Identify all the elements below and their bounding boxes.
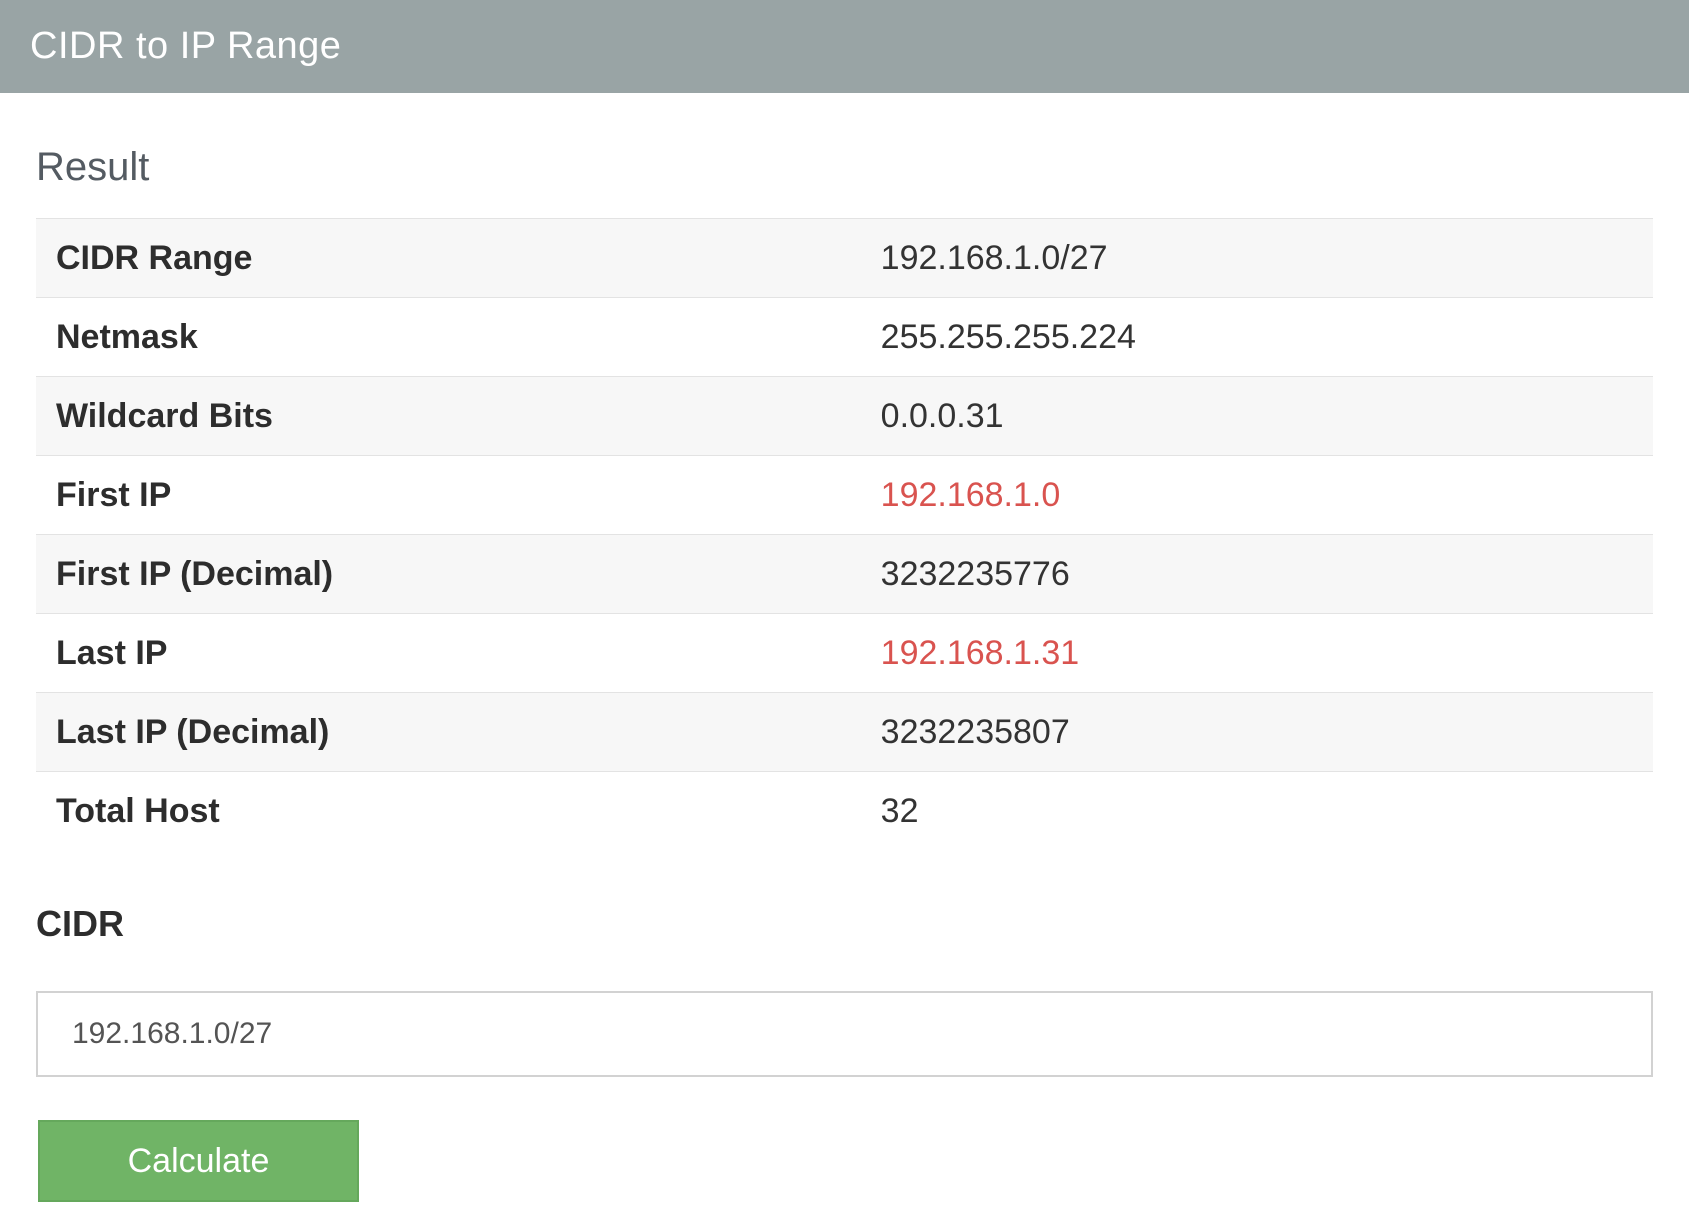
page-title: CIDR to IP Range — [30, 25, 341, 68]
result-table: CIDR Range 192.168.1.0/27 Netmask 255.25… — [36, 218, 1653, 850]
cidr-input[interactable] — [36, 991, 1653, 1077]
table-row-wildcard-bits: Wildcard Bits 0.0.0.31 — [36, 377, 1653, 456]
row-value: 192.168.1.0 — [861, 456, 1653, 535]
calculate-button[interactable]: Calculate — [38, 1120, 359, 1202]
table-row-total-host: Total Host 32 — [36, 772, 1653, 851]
row-value: 0.0.0.31 — [861, 377, 1653, 456]
row-label: Last IP (Decimal) — [36, 693, 861, 772]
table-row-first-ip-decimal: First IP (Decimal) 3232235776 — [36, 535, 1653, 614]
table-row-last-ip: Last IP 192.168.1.31 — [36, 614, 1653, 693]
table-row-last-ip-decimal: Last IP (Decimal) 3232235807 — [36, 693, 1653, 772]
row-value: 3232235807 — [861, 693, 1653, 772]
row-value: 192.168.1.31 — [861, 614, 1653, 693]
table-row-cidr-range: CIDR Range 192.168.1.0/27 — [36, 219, 1653, 298]
cidr-input-label: CIDR — [36, 902, 1653, 945]
row-value: 255.255.255.224 — [861, 298, 1653, 377]
table-row-netmask: Netmask 255.255.255.224 — [36, 298, 1653, 377]
row-label: Total Host — [36, 772, 861, 851]
row-label: First IP — [36, 456, 861, 535]
title-bar: CIDR to IP Range — [0, 0, 1689, 93]
row-label: CIDR Range — [36, 219, 861, 298]
row-label: Last IP — [36, 614, 861, 693]
result-heading: Result — [36, 143, 1653, 191]
main-content: Result CIDR Range 192.168.1.0/27 Netmask… — [0, 143, 1689, 1202]
row-label: Netmask — [36, 298, 861, 377]
row-value: 32 — [861, 772, 1653, 851]
table-row-first-ip: First IP 192.168.1.0 — [36, 456, 1653, 535]
row-label: Wildcard Bits — [36, 377, 861, 456]
row-value: 3232235776 — [861, 535, 1653, 614]
row-value: 192.168.1.0/27 — [861, 219, 1653, 298]
row-label: First IP (Decimal) — [36, 535, 861, 614]
